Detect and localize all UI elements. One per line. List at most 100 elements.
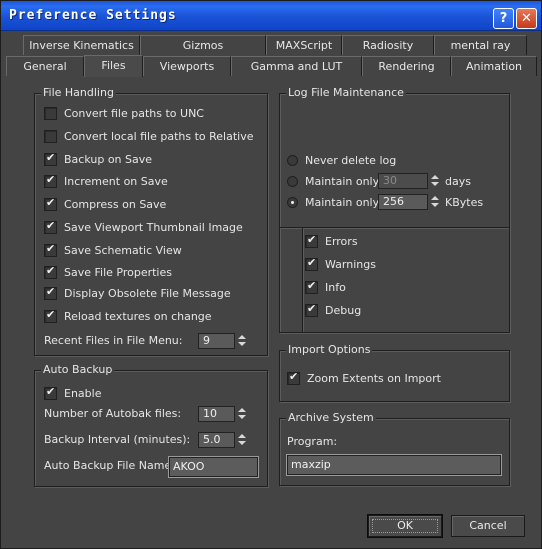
radio-button[interactable] [287,196,298,208]
maintain-days-input[interactable]: 30 [378,173,428,189]
checkbox-box[interactable] [44,242,57,257]
checkbox-label: Info [325,280,346,294]
log-divider-vertical [302,228,303,332]
checkbox-label: Backup on Save [64,152,153,166]
tab-animation[interactable]: Animation [451,56,537,76]
tab-files[interactable]: Files [84,55,143,77]
file-handling-title: File Handling [41,86,116,100]
obsolete-message-checkbox[interactable]: Display Obsolete File Message [44,285,231,301]
log-file-title: Log File Maintenance [286,86,406,100]
checkbox-box[interactable] [287,370,300,385]
spinner-arrows-icon[interactable] [237,432,247,448]
auto-backup-enable-checkbox[interactable]: Enable [44,385,101,401]
save-schematic-checkbox[interactable]: Save Schematic View [44,242,182,258]
checkbox-label: Errors [325,234,358,248]
preference-settings-dialog: Preference Settings ? ✕ Inverse Kinemati… [0,0,542,549]
radio-button[interactable] [287,154,298,166]
recent-files-label: Recent Files in File Menu: [44,334,183,347]
log-info-checkbox[interactable]: Info [305,279,346,295]
spinner-arrows-icon[interactable] [430,194,440,210]
radio-label: Never delete log [305,153,397,167]
maintain-days-radio[interactable]: Maintain only [287,173,379,189]
program-input[interactable]: maxzip [287,455,501,475]
maintain-days-spinner[interactable]: 30 [378,173,440,189]
tab-mental-ray[interactable]: mental ray [434,35,527,55]
archive-system-group: Archive System [279,411,510,486]
backup-file-name-input[interactable]: AKOO [169,457,258,477]
convert-relative-checkbox[interactable]: Convert local file paths to Relative [44,128,254,144]
save-file-properties-checkbox[interactable]: Save File Properties [44,264,172,280]
tab-rendering[interactable]: Rendering [362,56,451,76]
log-errors-checkbox[interactable]: Errors [305,233,358,249]
radio-label: Maintain only [305,195,380,209]
backup-interval-input[interactable]: 5.0 [198,432,235,448]
reload-textures-checkbox[interactable]: Reload textures on change [44,308,212,324]
log-debug-checkbox[interactable]: Debug [305,302,361,318]
window-title: Preference Settings [9,8,177,23]
never-delete-log-radio[interactable]: Never delete log [287,152,396,168]
tab-general[interactable]: General [6,56,84,76]
checkbox-label: Compress on Save [64,197,167,211]
radio-button[interactable] [287,175,298,187]
checkbox-box[interactable] [44,196,57,211]
backup-interval-spinner[interactable]: 5.0 [198,432,247,448]
maintain-kbytes-input[interactable]: 256 [378,194,428,210]
autobak-files-spinner[interactable]: 10 [198,406,247,422]
save-thumbnail-checkbox[interactable]: Save Viewport Thumbnail Image [44,219,243,235]
title-bar[interactable]: Preference Settings ? ✕ [1,1,541,31]
autobak-files-input[interactable]: 10 [198,406,235,422]
autobak-files-label: Number of Autobak files: [44,407,182,420]
log-file-group: Log File Maintenance [279,86,510,333]
checkbox-label: Convert file paths to UNC [64,106,204,120]
backup-file-name-label: Auto Backup File Name: [44,459,175,472]
checkbox-box[interactable] [44,285,57,300]
tab-gizmos[interactable]: Gizmos [140,35,266,55]
import-options-title: Import Options [286,343,373,357]
checkbox-box[interactable] [305,233,318,248]
maintain-kbytes-spinner[interactable]: 256 [378,194,440,210]
log-warnings-checkbox[interactable]: Warnings [305,256,376,272]
auto-backup-title: Auto Backup [41,363,115,377]
checkbox-label: Zoom Extents on Import [307,371,441,385]
zoom-extents-checkbox[interactable]: Zoom Extents on Import [287,370,441,386]
days-unit-label: days [445,175,471,188]
tab-radiosity[interactable]: Radiosity [342,35,434,55]
compress-on-save-checkbox[interactable]: Compress on Save [44,196,166,212]
backup-on-save-checkbox[interactable]: Backup on Save [44,151,152,167]
recent-files-spinner[interactable]: 9 [198,333,247,349]
checkbox-label: Save Viewport Thumbnail Image [64,220,243,234]
increment-on-save-checkbox[interactable]: Increment on Save [44,173,168,189]
checkbox-box[interactable] [44,106,57,120]
checkbox-box[interactable] [44,129,57,143]
cancel-button[interactable]: Cancel [451,515,525,537]
checkbox-label: Save File Properties [64,265,172,279]
spinner-arrows-icon[interactable] [237,333,247,349]
spinner-arrows-icon[interactable] [430,173,440,189]
tab-maxscript[interactable]: MAXScript [266,35,342,55]
checkbox-box[interactable] [44,173,57,188]
tab-gamma-and-lut[interactable]: Gamma and LUT [231,56,362,76]
convert-unc-checkbox[interactable]: Convert file paths to UNC [44,105,204,121]
maintain-kbytes-radio[interactable]: Maintain only [287,194,379,210]
recent-files-input[interactable]: 9 [198,333,235,349]
checkbox-box[interactable] [44,151,57,166]
checkbox-label: Debug [325,303,362,317]
program-label: Program: [287,435,338,448]
checkbox-box[interactable] [44,264,57,279]
checkbox-box[interactable] [44,308,57,323]
checkbox-box[interactable] [305,256,318,271]
checkbox-box[interactable] [44,219,57,234]
close-button[interactable]: ✕ [516,8,537,29]
help-button[interactable]: ? [493,8,514,29]
spinner-arrows-icon[interactable] [237,406,247,422]
tab-viewports[interactable]: Viewports [143,56,231,76]
checkbox-label: Save Schematic View [64,243,182,257]
checkbox-box[interactable] [44,385,57,400]
tab-inverse-kinematics[interactable]: Inverse Kinematics [23,35,140,55]
ok-button[interactable]: OK [368,515,442,537]
checkbox-box[interactable] [305,302,318,317]
checkbox-label: Convert local file paths to Relative [64,129,254,143]
checkbox-label: Reload textures on change [64,309,212,323]
kbytes-unit-label: KBytes [445,196,484,209]
checkbox-box[interactable] [305,279,318,294]
